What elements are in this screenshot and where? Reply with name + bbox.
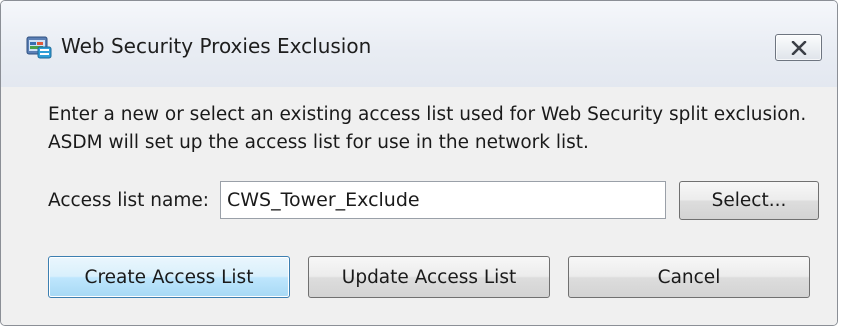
web-security-proxies-exclusion-dialog: Web Security Proxies Exclusion Enter a n… [0,0,838,326]
asdm-app-icon [26,35,52,59]
close-button[interactable] [775,34,822,61]
create-access-list-button[interactable]: Create Access List [48,256,290,298]
select-button[interactable]: Select... [679,181,819,220]
close-x-icon [791,41,807,55]
window-title: Web Security Proxies Exclusion [61,34,372,58]
cancel-button[interactable]: Cancel [568,256,810,298]
access-list-name-input[interactable] [220,181,666,219]
update-access-list-button[interactable]: Update Access List [308,256,550,298]
description-text: Enter a new or select an existing access… [48,104,807,153]
access-list-name-label: Access list name: [48,190,209,211]
title-bar[interactable]: Web Security Proxies Exclusion [1,1,837,87]
